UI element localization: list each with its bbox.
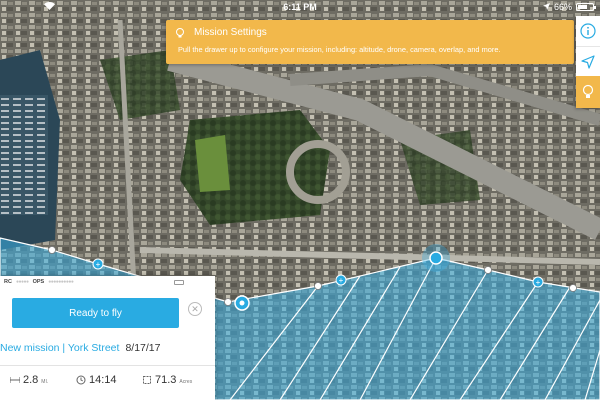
ops-signal-dots: ●●●●●●●●●● xyxy=(48,279,74,285)
battery-percent: 66% xyxy=(553,2,572,12)
area-value: 71.3 xyxy=(155,374,177,386)
navigation-arrow-icon xyxy=(581,55,595,69)
rc-label: RC xyxy=(4,279,12,285)
mission-stats: 2.8 MI. 14:14 71.3 Acres xyxy=(8,374,213,394)
panel-divider xyxy=(0,365,215,366)
user-location-marker xyxy=(422,244,450,272)
battery-icon xyxy=(576,3,596,11)
locate-button[interactable] xyxy=(576,46,600,77)
distance-icon xyxy=(10,377,20,383)
area-icon xyxy=(143,376,151,384)
tips-button[interactable] xyxy=(576,76,600,108)
grass xyxy=(195,135,230,192)
distance-unit: MI. xyxy=(41,379,49,385)
map-toolbar xyxy=(576,16,600,108)
banner-title: Mission Settings xyxy=(194,27,267,38)
svg-text:+: + xyxy=(96,260,101,269)
distance-stat: 2.8 MI. xyxy=(10,374,48,386)
status-bar: 6:11 PM 66% xyxy=(0,0,600,14)
rc-battery-icon xyxy=(174,280,184,285)
lightbulb-icon xyxy=(174,26,186,38)
location-arrow-icon xyxy=(542,0,550,14)
mission-date: 8/17/17 xyxy=(125,342,161,354)
mission-panel[interactable]: RC ●●●●● OPS ●●●●●●●●●● Ready to fly New… xyxy=(0,276,215,400)
marina xyxy=(0,95,48,215)
ops-label: OPS xyxy=(32,279,45,285)
info-icon xyxy=(580,23,596,39)
svg-text:+: + xyxy=(339,276,344,285)
flight-time-stat: 14:14 xyxy=(76,374,117,386)
ready-to-fly-button[interactable]: Ready to fly xyxy=(12,298,179,328)
status-time: 6:11 PM xyxy=(283,2,317,12)
area-stat: 71.3 Acres xyxy=(142,374,192,386)
svg-text:+: + xyxy=(536,278,541,287)
area-unit: Acres xyxy=(179,379,193,385)
signal-status-row: RC ●●●●● OPS ●●●●●●●●●● xyxy=(4,279,74,285)
clock-icon xyxy=(76,375,86,385)
start-point-marker[interactable] xyxy=(234,295,250,311)
close-icon[interactable]: ✕ xyxy=(188,302,202,316)
flight-time-value: 14:14 xyxy=(89,374,117,386)
lightbulb-icon xyxy=(582,84,594,98)
mission-settings-banner[interactable]: Mission Settings Pull the drawer up to c… xyxy=(166,20,574,64)
mission-title[interactable]: New mission | York Street 8/17/17 xyxy=(0,342,161,354)
rc-signal-dots: ●●●●● xyxy=(15,279,29,285)
info-button[interactable] xyxy=(576,16,600,46)
mission-name: New mission | York Street xyxy=(0,342,120,354)
distance-value: 2.8 xyxy=(23,374,39,386)
banner-body: Pull the drawer up to configure your mis… xyxy=(178,45,501,54)
